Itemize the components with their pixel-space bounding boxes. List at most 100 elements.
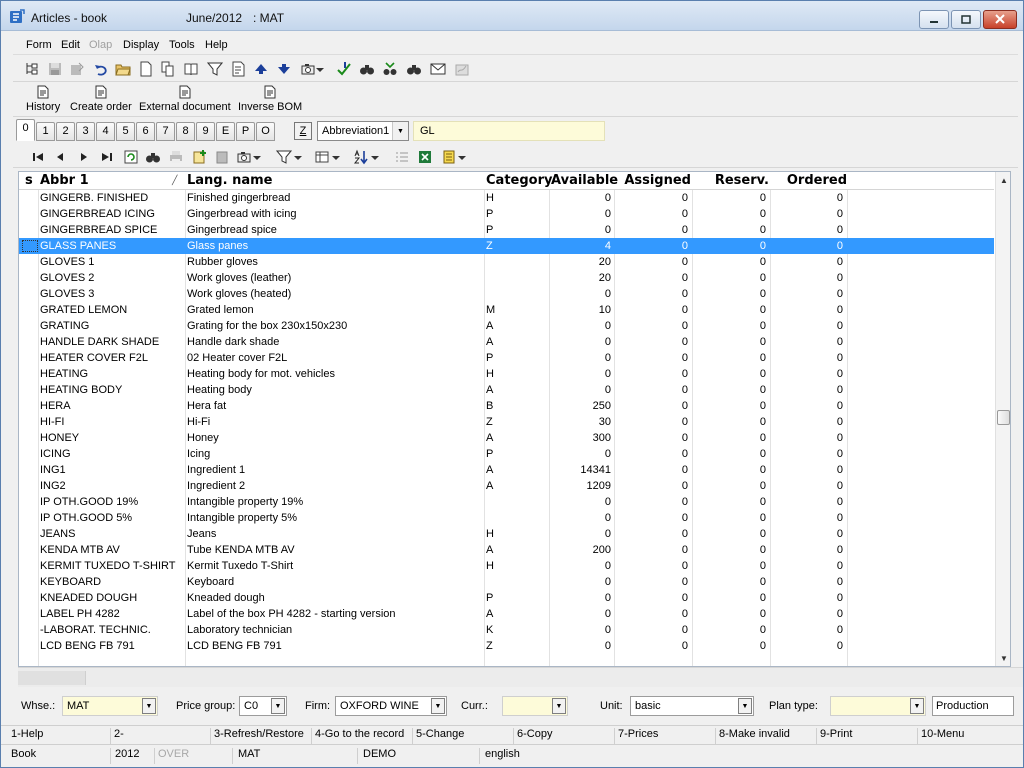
f9-print-button[interactable]: 9-Print xyxy=(820,728,918,744)
column-header-abbr[interactable]: Abbr 1 xyxy=(40,173,89,188)
excel-icon[interactable] xyxy=(416,148,434,166)
mail-icon[interactable] xyxy=(429,60,447,78)
column-header-ordered[interactable]: Ordered xyxy=(771,173,847,188)
tab-0[interactable]: 0 xyxy=(16,119,35,141)
sort-field-select[interactable]: Abbreviation1 ▼ xyxy=(317,121,409,141)
z-sort-button[interactable]: Z xyxy=(294,122,312,140)
find-all-icon[interactable] xyxy=(405,60,423,78)
dropdown-arrow-icon[interactable] xyxy=(457,148,467,166)
table-row[interactable]: LCD BENG FB 791 LCD BENG FB 791 Z 0 0 0 0 xyxy=(19,638,994,654)
column-header-assigned[interactable]: Assigned xyxy=(615,173,691,188)
row-selector[interactable] xyxy=(22,240,38,252)
f2-button[interactable]: 2- xyxy=(114,728,211,744)
table-row[interactable]: JEANS Jeans H 0 0 0 0 xyxy=(19,526,994,542)
dropdown-arrow-icon[interactable] xyxy=(315,60,325,78)
signature-icon[interactable] xyxy=(453,60,471,78)
tab-2[interactable]: 2 xyxy=(56,122,75,141)
horizontal-scrollbar[interactable] xyxy=(18,667,1023,687)
sort-az-icon[interactable] xyxy=(352,148,370,166)
previous-record-icon[interactable] xyxy=(51,148,69,166)
table-row[interactable]: IP OTH.GOOD 5% Intangible property 5% 0 0 0 0 xyxy=(19,510,994,526)
document-edit-icon[interactable] xyxy=(229,60,247,78)
tab-1[interactable]: 1 xyxy=(36,122,55,141)
save-icon[interactable] xyxy=(46,60,64,78)
table-row[interactable]: GRATED LEMON Grated lemon M 10 0 0 0 xyxy=(19,302,994,318)
chevron-down-icon[interactable]: ▼ xyxy=(910,698,924,714)
table-row[interactable]: GLOVES 2 Work gloves (leather) 20 0 0 0 xyxy=(19,270,994,286)
column-header-s[interactable]: s xyxy=(25,173,33,188)
arrow-down-icon[interactable] xyxy=(275,60,293,78)
articles-grid[interactable]: s Abbr 1 ╱ Lang. name Category Available… xyxy=(18,171,1011,667)
f7-prices-button[interactable]: 7-Prices xyxy=(618,728,716,744)
menu-form[interactable]: Form xyxy=(26,39,52,51)
create-order-button[interactable]: Create order xyxy=(70,85,132,117)
arrow-up-icon[interactable] xyxy=(252,60,270,78)
list-icon[interactable] xyxy=(393,148,411,166)
tab-o[interactable]: O xyxy=(256,122,275,141)
table-row[interactable]: -LABORAT. TECHNIC. Laboratory technician K… xyxy=(19,622,994,638)
column-header-category[interactable]: Category xyxy=(486,173,552,188)
column-header-reserv[interactable]: Reserv. xyxy=(693,173,769,188)
price-group-field[interactable]: C0 ▼ xyxy=(239,696,287,716)
menu-edit[interactable]: Edit xyxy=(61,39,80,51)
tab-8[interactable]: 8 xyxy=(176,122,195,141)
tree-icon[interactable] xyxy=(23,60,41,78)
f6-copy-button[interactable]: 6-Copy xyxy=(517,728,615,744)
copy-document-icon[interactable] xyxy=(159,60,177,78)
f4-goto-button[interactable]: 4-Go to the record xyxy=(315,728,413,744)
table-row[interactable]: IP OTH.GOOD 19% Intangible property 19% 0 0… xyxy=(19,494,994,510)
table-row[interactable]: GINGERBREAD ICING Gingerbread with icing P… xyxy=(19,206,994,222)
tab-6[interactable]: 6 xyxy=(136,122,155,141)
table-row[interactable]: GLOVES 3 Work gloves (heated) 0 0 0 0 xyxy=(19,286,994,302)
chevron-down-icon[interactable]: ▼ xyxy=(142,698,156,714)
filter-icon[interactable] xyxy=(206,60,224,78)
tick-arrow-icon[interactable] xyxy=(335,60,353,78)
notes-icon[interactable] xyxy=(440,148,458,166)
table-row[interactable]: KNEADED DOUGH Kneaded dough P 0 0 0 0 xyxy=(19,590,994,606)
close-button[interactable] xyxy=(983,10,1017,29)
table-row[interactable]: GLOVES 1 Rubber gloves 20 0 0 0 xyxy=(19,254,994,270)
scroll-down-icon[interactable]: ▼ xyxy=(996,650,1010,666)
table-row[interactable]: KERMIT TUXEDO T-SHIRT Kermit Tuxedo T-Shi… xyxy=(19,558,994,574)
table-row[interactable]: KEYBOARD Keyboard 0 0 0 0 xyxy=(19,574,994,590)
inverse-bom-button[interactable]: Inverse BOM xyxy=(238,85,302,117)
menu-display[interactable]: Display xyxy=(123,39,159,51)
scroll-thumb[interactable] xyxy=(997,410,1010,425)
menu-tools[interactable]: Tools xyxy=(169,39,195,51)
open-folder-icon[interactable] xyxy=(114,60,132,78)
title-bar[interactable]: Articles - book June/2012 : MAT xyxy=(1,1,1023,31)
dropdown-arrow-icon[interactable] xyxy=(293,148,303,166)
firm-field[interactable]: OXFORD WINE ▼ xyxy=(335,696,447,716)
vertical-scrollbar[interactable]: ▲ ▼ xyxy=(995,172,1010,666)
minimize-button[interactable] xyxy=(919,10,949,29)
print-icon[interactable] xyxy=(167,148,185,166)
tab-p[interactable]: P xyxy=(236,122,255,141)
table-row[interactable]: ING2 Ingredient 2 A 1209 0 0 0 xyxy=(19,478,994,494)
production-field[interactable]: Production xyxy=(932,696,1014,716)
whse-field[interactable]: MAT ▼ xyxy=(62,696,158,716)
f1-help-button[interactable]: 1-Help xyxy=(11,728,111,744)
maximize-button[interactable] xyxy=(951,10,981,29)
search-input[interactable]: GL xyxy=(413,121,605,141)
table-row[interactable]: HEATING BODY Heating body A 0 0 0 0 xyxy=(19,382,994,398)
columns-icon[interactable] xyxy=(313,148,331,166)
column-header-name[interactable]: Lang. name xyxy=(187,173,272,188)
unit-field[interactable]: basic ▼ xyxy=(630,696,754,716)
table-row[interactable]: HI-FI Hi-Fi Z 30 0 0 0 xyxy=(19,414,994,430)
plan-type-field[interactable]: ▼ xyxy=(830,696,926,716)
undo-icon[interactable] xyxy=(92,60,110,78)
dropdown-arrow-icon[interactable] xyxy=(331,148,341,166)
table-row[interactable]: GRATING Grating for the box 230x150x230 A 0… xyxy=(19,318,994,334)
tab-7[interactable]: 7 xyxy=(156,122,175,141)
menu-help[interactable]: Help xyxy=(205,39,228,51)
table-row[interactable]: ING1 Ingredient 1 A 14341 0 0 0 xyxy=(19,462,994,478)
binoculars-icon[interactable] xyxy=(144,148,162,166)
save-as-icon[interactable] xyxy=(68,60,86,78)
table-row[interactable]: LABEL PH 4282 Label of the box PH 4282 - … xyxy=(19,606,994,622)
next-record-icon[interactable] xyxy=(75,148,93,166)
chevron-down-icon[interactable]: ▼ xyxy=(552,698,566,714)
chevron-down-icon[interactable]: ▼ xyxy=(738,698,752,714)
scroll-up-icon[interactable]: ▲ xyxy=(996,172,1010,188)
tab-9[interactable]: 9 xyxy=(196,122,215,141)
first-record-icon[interactable] xyxy=(29,148,47,166)
